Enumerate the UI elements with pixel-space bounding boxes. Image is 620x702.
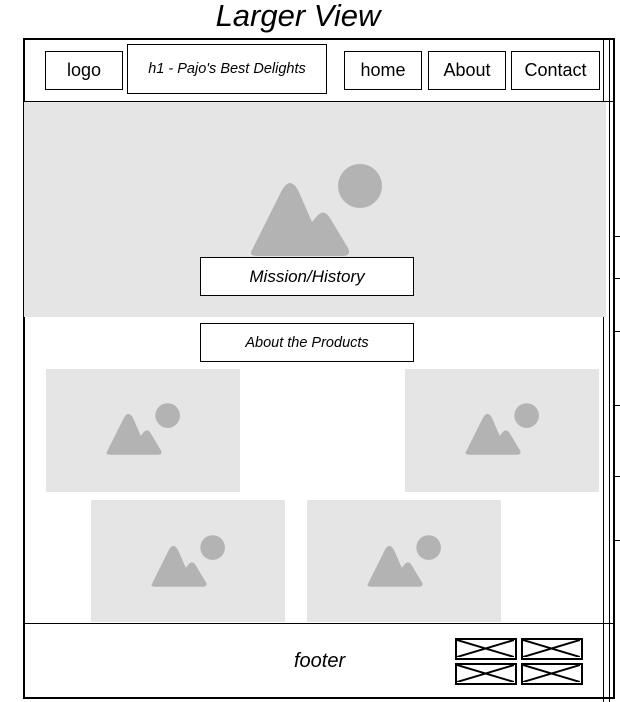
image-placeholder-icon bbox=[151, 535, 225, 587]
products-heading-box: About the Products bbox=[200, 323, 414, 362]
product-image-2 bbox=[405, 369, 599, 492]
logo-label: logo bbox=[66, 60, 102, 80]
footer-divider bbox=[24, 623, 614, 624]
crossed-box-icon[interactable] bbox=[521, 663, 583, 685]
product-image-3 bbox=[91, 500, 285, 622]
nav-contact-label: Contact bbox=[524, 60, 587, 80]
image-placeholder-icon bbox=[367, 535, 441, 587]
product-image-1 bbox=[46, 369, 240, 492]
nav-home-button[interactable]: home bbox=[344, 51, 422, 90]
logo-box[interactable]: logo bbox=[45, 51, 123, 90]
mission-history-label: Mission/History bbox=[249, 266, 365, 286]
image-placeholder-icon bbox=[106, 403, 180, 455]
nav-home-label: home bbox=[360, 60, 406, 80]
mission-history-box: Mission/History bbox=[200, 257, 414, 296]
products-heading: About the Products bbox=[245, 334, 369, 351]
product-image-4 bbox=[307, 500, 501, 622]
crossed-box-icon[interactable] bbox=[455, 638, 517, 660]
footer-label: footer bbox=[294, 650, 346, 672]
crossed-box-icon[interactable] bbox=[455, 663, 517, 685]
crossed-box-icon[interactable] bbox=[521, 638, 583, 660]
page-title: Larger View bbox=[215, 0, 381, 33]
nav-about-button[interactable]: About bbox=[428, 51, 506, 90]
site-heading: h1 - Pajo's Best Delights bbox=[148, 61, 306, 77]
image-placeholder-icon bbox=[465, 403, 539, 455]
nav-about-label: About bbox=[443, 60, 491, 80]
image-placeholder-icon bbox=[250, 164, 382, 256]
site-heading-box: h1 - Pajo's Best Delights bbox=[127, 44, 327, 94]
nav-contact-button[interactable]: Contact bbox=[511, 51, 600, 90]
